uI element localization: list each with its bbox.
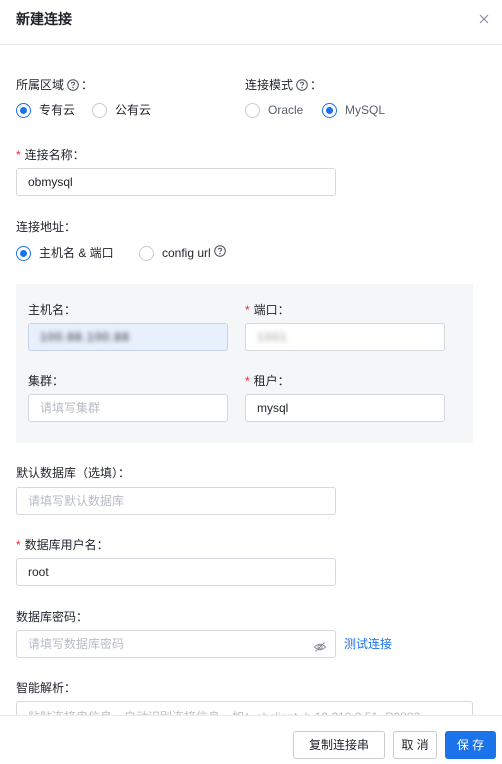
port-label: * 端口： bbox=[245, 302, 290, 318]
radio-dot[interactable] bbox=[139, 245, 154, 261]
radio-label: 公有云 bbox=[115, 103, 152, 117]
cancel-button[interactable]: 取 消 bbox=[393, 731, 437, 759]
port-input[interactable]: 1001 bbox=[245, 323, 445, 351]
mode-label: 连接模式 ： bbox=[245, 77, 322, 95]
radio-dot[interactable] bbox=[92, 102, 107, 118]
radio-config-url[interactable]: config url bbox=[139, 245, 228, 261]
help-icon[interactable] bbox=[213, 245, 226, 261]
conn-name-label-text: 连接名称： bbox=[24, 148, 85, 162]
username-label-text: 数据库用户名： bbox=[24, 538, 109, 552]
password-label: 数据库密码： bbox=[16, 610, 89, 624]
smart-parse-label: 智能解析： bbox=[16, 681, 77, 695]
cluster-input[interactable]: 请填写集群 bbox=[28, 394, 228, 422]
close-icon[interactable] bbox=[474, 9, 494, 29]
host-value-blurred: 100.88.100.88 bbox=[40, 330, 130, 344]
mode-label-text: 连接模式 bbox=[245, 78, 294, 92]
radio-label: 专有云 bbox=[39, 103, 76, 117]
eye-off-icon[interactable] bbox=[313, 637, 327, 657]
tenant-label: * 租户： bbox=[245, 373, 290, 389]
address-label: 连接地址： bbox=[16, 220, 77, 234]
tenant-input[interactable]: mysql bbox=[245, 394, 445, 422]
dialog-title: 新建连接 bbox=[16, 11, 72, 27]
radio-host-port[interactable]: 主机名 & 端口 bbox=[16, 245, 114, 261]
required-mark: * bbox=[245, 374, 250, 388]
cluster-label: 集群： bbox=[28, 374, 65, 388]
host-label: 主机名： bbox=[28, 303, 77, 317]
host-input[interactable]: 100.88.100.88 bbox=[28, 323, 228, 351]
radio-label: 主机名 & 端口 bbox=[39, 246, 114, 260]
copy-connection-string-button[interactable]: 复制连接串 bbox=[293, 731, 385, 759]
required-mark: * bbox=[16, 538, 21, 552]
dialog-footer: 复制连接串 取 消 保 存 bbox=[0, 715, 502, 764]
radio-mysql[interactable]: MySQL bbox=[322, 102, 385, 118]
radio-label: Oracle bbox=[268, 103, 304, 117]
radio-dot-checked[interactable] bbox=[16, 102, 31, 118]
radio-public-cloud[interactable]: 公有云 bbox=[92, 102, 151, 118]
region-colon: ： bbox=[81, 78, 94, 92]
radio-private-cloud[interactable]: 专有云 bbox=[16, 102, 75, 118]
port-value-blurred: 1001 bbox=[257, 330, 288, 344]
radio-oracle[interactable]: Oracle bbox=[245, 102, 303, 118]
password-placeholder: 请填写数据库密码 bbox=[28, 637, 125, 651]
port-label-text: 端口： bbox=[253, 303, 290, 317]
host-port-panel: 主机名： 100.88.100.88 * 端口： 1001 集群： 请填写集群 *… bbox=[16, 284, 473, 443]
required-mark: * bbox=[245, 303, 250, 317]
required-mark: * bbox=[16, 148, 21, 162]
help-icon[interactable] bbox=[296, 79, 308, 95]
tenant-label-text: 租户： bbox=[253, 374, 290, 388]
radio-label: MySQL bbox=[345, 103, 386, 117]
username-label: * 数据库用户名： bbox=[16, 537, 109, 553]
radio-dot-checked[interactable] bbox=[16, 245, 31, 261]
dialog-header: 新建连接 bbox=[0, 0, 502, 45]
test-connection-link[interactable]: 测试连接 bbox=[344, 636, 392, 652]
conn-name-label: * 连接名称： bbox=[16, 147, 85, 163]
region-label: 所属区域 ： bbox=[16, 77, 93, 95]
smart-parse-textarea[interactable]: 粘贴连接串信息，自动识别连接信息，如：obclient -h 10.210.2.… bbox=[16, 701, 473, 715]
radio-label: config url bbox=[162, 246, 211, 260]
help-icon[interactable] bbox=[67, 79, 79, 95]
default-db-input[interactable]: 请填写默认数据库 bbox=[16, 487, 336, 515]
password-input[interactable]: 请填写数据库密码 bbox=[16, 630, 336, 658]
username-input[interactable]: root bbox=[16, 558, 336, 586]
save-button[interactable]: 保 存 bbox=[445, 731, 496, 759]
radio-dot[interactable] bbox=[245, 102, 260, 118]
default-db-label: 默认数据库（选填）： bbox=[16, 466, 131, 480]
dialog-body: 所属区域： 专有云 公有云 连接模式： Oracle MySQL * 连接名称： … bbox=[0, 45, 502, 715]
region-label-text: 所属区域 bbox=[16, 78, 65, 92]
radio-dot-checked[interactable] bbox=[322, 102, 337, 118]
mode-colon: ： bbox=[310, 78, 323, 92]
conn-name-input[interactable]: obmysql bbox=[16, 168, 336, 196]
